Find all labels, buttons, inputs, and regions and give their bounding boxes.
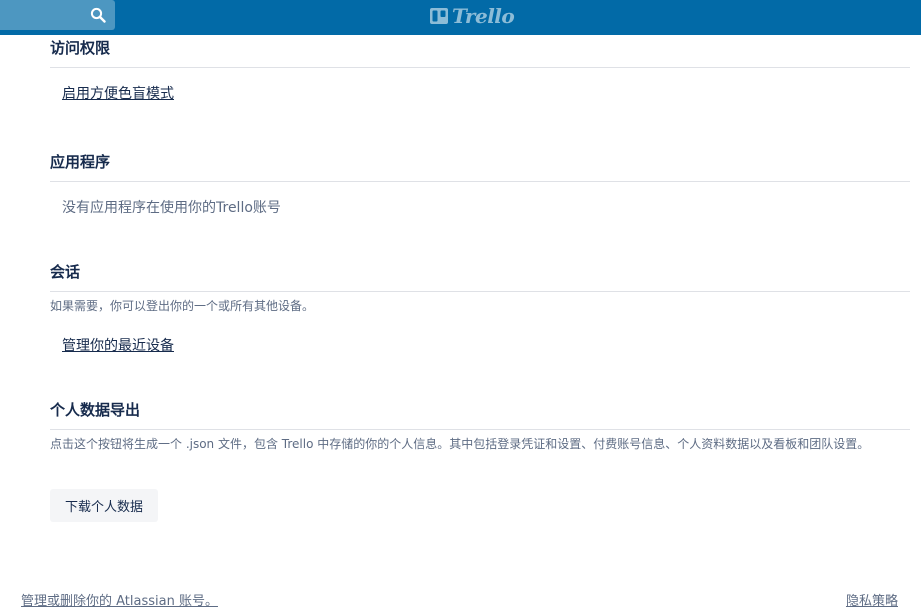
- manage-devices-link[interactable]: 管理你的最近设备: [62, 336, 174, 356]
- divider: [50, 429, 910, 430]
- sessions-description: 如果需要，你可以登出你的一个或所有其他设备。: [50, 299, 315, 313]
- divider: [50, 291, 910, 292]
- download-personal-data-button[interactable]: 下载个人数据: [50, 489, 158, 522]
- trello-logo[interactable]: Trello: [430, 4, 515, 28]
- section-title-apps: 应用程序: [50, 153, 111, 171]
- data-export-description: 点击这个按钮将生成一个 .json 文件，包含 Trello 中存储的你的个人信…: [50, 437, 870, 451]
- top-header: Trello: [0, 0, 921, 35]
- logo-text: Trello: [452, 4, 515, 28]
- divider: [50, 67, 910, 68]
- search-button[interactable]: [0, 0, 115, 30]
- privacy-policy-link[interactable]: 隐私策略: [846, 593, 898, 611]
- section-title-access: 访问权限: [50, 39, 111, 57]
- manage-atlassian-account-link[interactable]: 管理或删除你的 Atlassian 账号。: [21, 593, 218, 611]
- section-title-sessions: 会话: [50, 263, 81, 281]
- apps-empty-text: 没有应用程序在使用你的Trello账号: [62, 200, 281, 216]
- section-title-data-export: 个人数据导出: [50, 401, 141, 419]
- trello-board-icon: [430, 8, 448, 24]
- divider: [50, 181, 910, 182]
- colorblind-mode-link[interactable]: 启用方便色盲模式: [62, 84, 174, 104]
- search-icon: [90, 7, 106, 23]
